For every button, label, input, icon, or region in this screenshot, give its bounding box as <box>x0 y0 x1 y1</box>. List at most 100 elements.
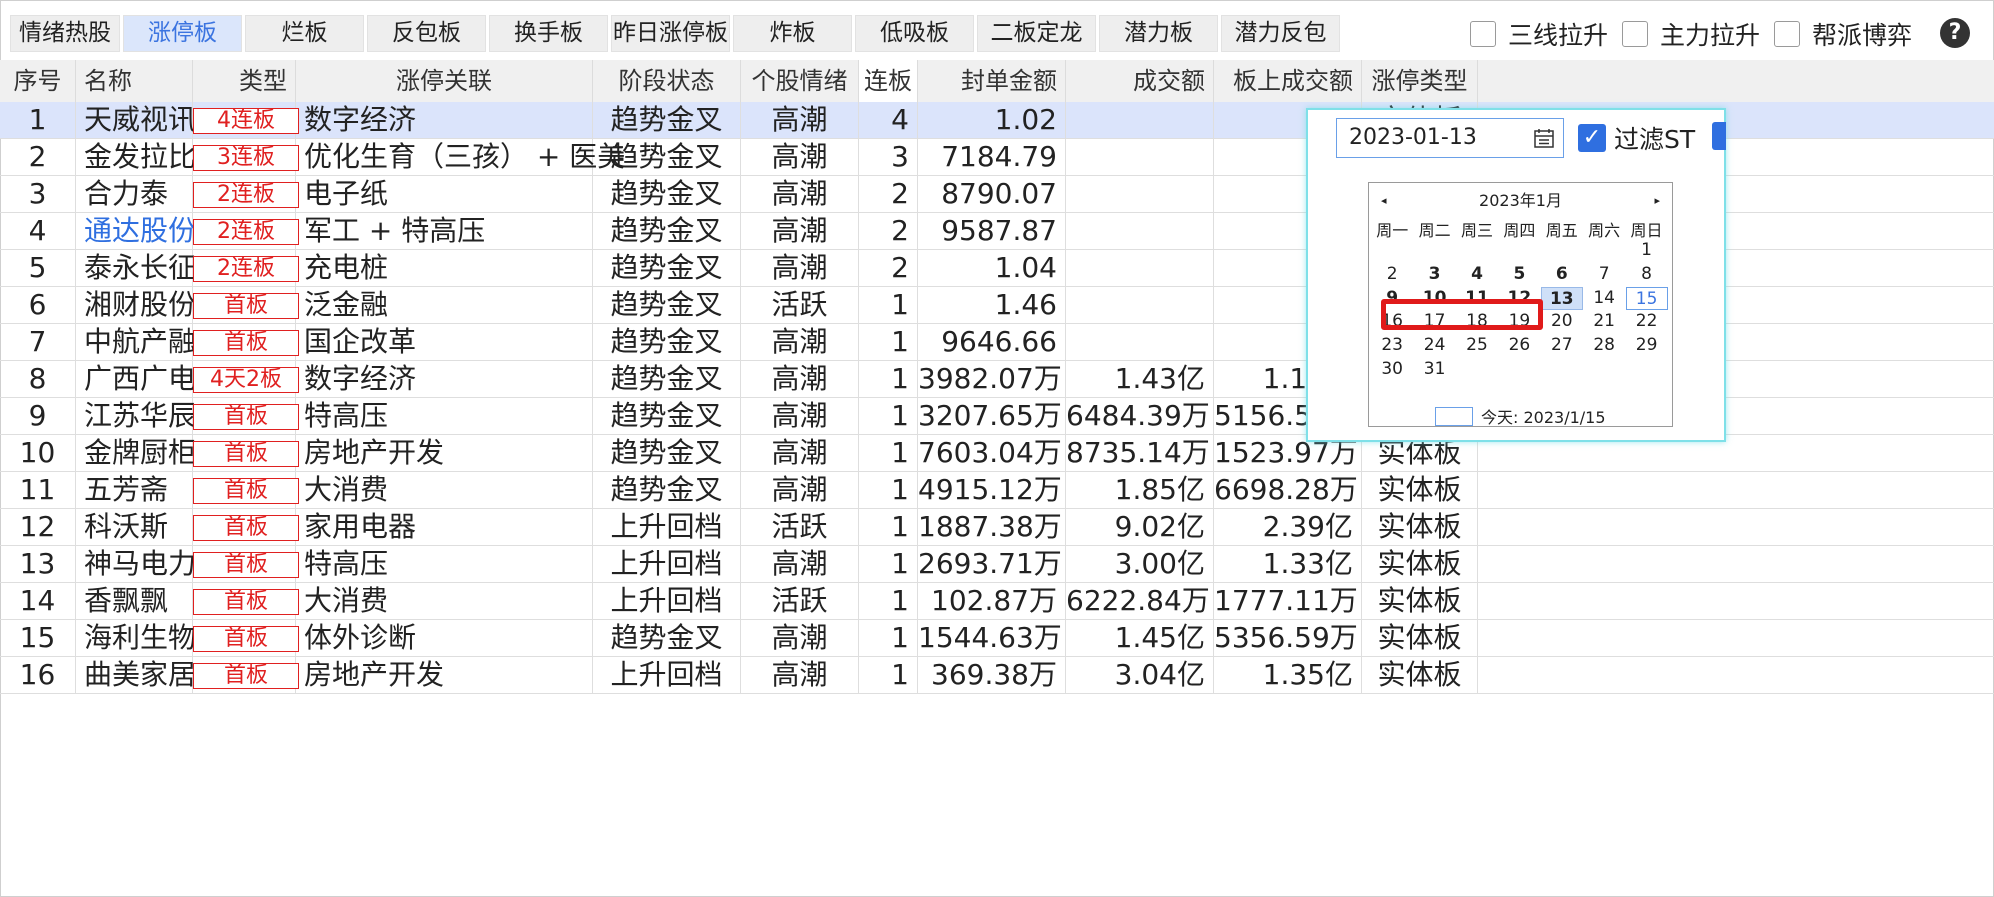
cell-boards: 1 <box>859 324 918 360</box>
cell-mood: 活跃 <box>741 583 859 619</box>
board-type-badge: 4天2板 <box>193 367 299 393</box>
cell-seal: 3982.07万 <box>918 361 1066 397</box>
cell-rel: 大消费 <box>296 472 593 508</box>
column-header-boards[interactable]: 连板↓ <box>859 60 918 137</box>
calendar-day[interactable]: 4 <box>1456 263 1498 286</box>
weekday-label: 周二 <box>1418 221 1451 240</box>
cell-stage: 趋势金叉 <box>593 398 741 434</box>
calendar-day[interactable]: 24 <box>1414 334 1456 357</box>
stock-name: 科沃斯 <box>84 510 169 543</box>
calendar-month-title: 2023年1月 <box>1479 191 1562 210</box>
weekday-label: 周一 <box>1376 221 1409 240</box>
table-row[interactable]: 16 曲美家居 首板 房地产开发 上升回档 高潮 1 369.38万 3.04亿 1.35亿 实体板 <box>0 657 1994 694</box>
table-row[interactable]: 15 海利生物 首板 体外诊断 趋势金叉 高潮 1 1544.63万 1.45亿 5356.59万… <box>0 620 1994 657</box>
tab-7[interactable]: 低吸板 <box>855 15 974 52</box>
cell-seq: 2 <box>0 139 76 175</box>
cell-seq: 10 <box>0 435 76 471</box>
tab-8[interactable]: 二板定龙 <box>977 15 1096 52</box>
tab-0[interactable]: 情绪热股 <box>10 15 120 52</box>
cell-stage: 趋势金叉 <box>593 250 741 286</box>
filter-st-checkbox[interactable]: ✓ 过滤ST <box>1578 120 1695 156</box>
calendar-day[interactable]: 22 <box>1626 310 1668 333</box>
tab-5[interactable]: 昨日涨停板 <box>611 15 730 52</box>
calendar-day[interactable]: 25 <box>1456 334 1498 357</box>
calendar-day[interactable]: 28 <box>1583 334 1625 357</box>
tab-1[interactable]: 涨停板 <box>123 15 242 52</box>
table-row[interactable]: 13 神马电力 首板 特高压 上升回档 高潮 1 2693.71万 3.00亿 1.33亿 实体板 <box>0 546 1994 583</box>
table-row[interactable]: 12 科沃斯 首板 家用电器 上升回档 活跃 1 1887.38万 9.02亿 2.39亿 实体板 <box>0 509 1994 546</box>
cell-seal: 369.38万 <box>918 657 1066 693</box>
tab-2[interactable]: 烂板 <box>245 15 364 52</box>
calendar-day[interactable]: 5 <box>1498 263 1540 286</box>
table-row[interactable]: 14 香飘飘 首板 大消费 上升回档 活跃 1 102.87万 6222.84万 1777.11万… <box>0 583 1994 620</box>
board-type-badge: 首板 <box>193 293 299 319</box>
stock-name: 金发拉比 <box>84 140 197 173</box>
cell-rel: 房地产开发 <box>296 657 593 693</box>
cell-mood: 高潮 <box>741 657 859 693</box>
board-type-badge: 3连板 <box>193 145 299 171</box>
calendar-day[interactable]: 1 <box>1626 239 1668 262</box>
app-window: 情绪热股 涨停板 烂板 反包板 换手板 昨日涨停板 炸板 低吸板 二板定龙 潜力板 潜力反包 三线拉… <box>0 0 1994 897</box>
cell-vol <box>1066 324 1214 360</box>
column-header-seal[interactable]: 封单金额 <box>918 60 1066 102</box>
calendar-day[interactable]: 29 <box>1626 334 1668 357</box>
column-header-ztype[interactable]: 涨停类型 <box>1362 60 1478 102</box>
filter-checkbox-1[interactable]: 主力拉升 <box>1622 16 1760 52</box>
cell-seq: 7 <box>0 324 76 360</box>
cell-rel: 电子纸 <box>296 176 593 212</box>
cell-onvol: 5356.59万 <box>1214 620 1362 656</box>
calendar-day[interactable]: 20 <box>1541 310 1583 333</box>
calendar-day[interactable]: 3 <box>1414 263 1456 286</box>
calendar-day[interactable]: 6 <box>1541 263 1583 286</box>
cell-mood: 高潮 <box>741 472 859 508</box>
cell-seq: 16 <box>0 657 76 693</box>
checkbox-clipped[interactable] <box>1712 122 1726 150</box>
calendar-day[interactable]: 27 <box>1541 334 1583 357</box>
calendar-day[interactable]: 31 <box>1414 358 1456 381</box>
stock-name[interactable]: 通达股份 <box>84 214 196 247</box>
calendar-day[interactable]: 21 <box>1583 310 1625 333</box>
cell-type: 首板 <box>193 657 299 693</box>
board-type-badge: 4连板 <box>193 108 299 134</box>
tab-9[interactable]: 潜力板 <box>1099 15 1218 52</box>
calendar-day[interactable]: 2 <box>1371 263 1413 286</box>
cell-seal: 1887.38万 <box>918 509 1066 545</box>
tab-6[interactable]: 炸板 <box>733 15 852 52</box>
calendar-day[interactable]: 7 <box>1583 263 1625 286</box>
column-header-rel[interactable]: 涨停关联 <box>296 60 593 102</box>
cell-type: 首板 <box>193 435 299 471</box>
cell-rel: 数字经济 <box>296 361 593 397</box>
cell-vol <box>1066 287 1214 323</box>
filter-checkbox-0[interactable]: 三线拉升 <box>1470 16 1608 52</box>
tab-10[interactable]: 潜力反包 <box>1221 15 1340 52</box>
help-icon[interactable]: ? <box>1940 18 1970 48</box>
column-header-type[interactable]: 类型 <box>193 60 296 102</box>
today-link[interactable]: 今天: 2023/1/15 <box>1435 404 1606 428</box>
next-month-icon[interactable]: ▸ <box>1654 189 1660 213</box>
column-header-onvol[interactable]: 板上成交额 <box>1214 60 1362 102</box>
stock-name: 海利生物 <box>84 621 197 654</box>
calendar-day[interactable]: 15 <box>1625 286 1668 310</box>
calendar-day[interactable]: 23 <box>1371 334 1413 357</box>
tab-3[interactable]: 反包板 <box>367 15 486 52</box>
date-input[interactable]: 2023-01-13 <box>1336 118 1564 158</box>
column-header-name[interactable]: 名称 <box>76 60 193 102</box>
table-row[interactable]: 11 五芳斋 首板 大消费 趋势金叉 高潮 1 4915.12万 1.85亿 6698.28万 实体… <box>0 472 1994 509</box>
filter-checkbox-2[interactable]: 帮派博弈 <box>1774 16 1912 52</box>
date-input-value: 2023-01-13 <box>1349 125 1477 150</box>
tab-4[interactable]: 换手板 <box>489 15 608 52</box>
column-header-mood[interactable]: 个股情绪 <box>741 60 859 102</box>
calendar-day[interactable]: 30 <box>1371 358 1413 381</box>
highlight-annotation <box>1381 299 1543 330</box>
board-type-badge: 首板 <box>193 663 299 689</box>
cell-onvol: 2.39亿 <box>1214 509 1362 545</box>
column-header-stage[interactable]: 阶段状态 <box>593 60 741 102</box>
calendar-day[interactable]: 14 <box>1583 287 1625 310</box>
calendar-day[interactable]: 8 <box>1626 263 1668 286</box>
column-header-seq[interactable]: 序号 <box>0 60 76 102</box>
calendar-icon[interactable] <box>1533 127 1555 149</box>
calendar-day[interactable]: 26 <box>1498 334 1540 357</box>
column-header-vol[interactable]: 成交额 <box>1066 60 1214 102</box>
cell-boards: 1 <box>859 435 918 471</box>
calendar-day[interactable]: 13 <box>1540 286 1583 310</box>
